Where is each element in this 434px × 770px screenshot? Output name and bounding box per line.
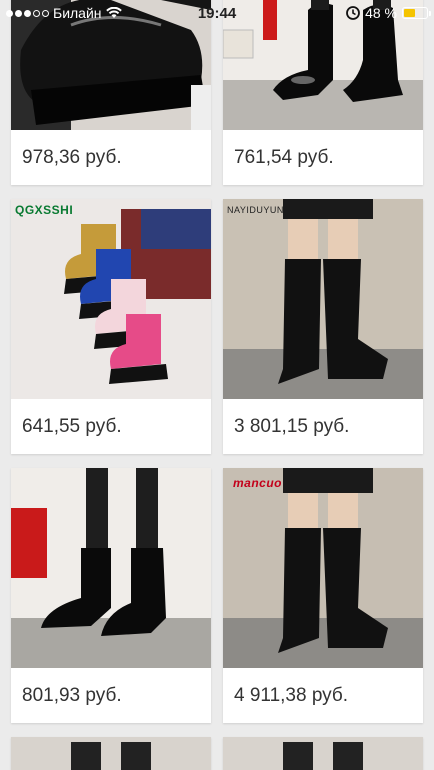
- product-card[interactable]: NAYIDUYUN 3 801,15 руб.: [223, 199, 423, 454]
- product-card[interactable]: QGXSSHI 641,55 руб.: [11, 199, 211, 454]
- product-photo: [11, 737, 211, 770]
- product-photo: [223, 737, 423, 770]
- product-price: 978,36 руб.: [22, 147, 122, 168]
- product-card[interactable]: 801,93 руб.: [11, 468, 211, 723]
- product-grid: 978,36 руб. 761,54 руб. QGXSSHI 641,55 р…: [11, 0, 423, 770]
- product-card[interactable]: [11, 737, 211, 770]
- product-photo: QGXSSHI: [11, 199, 211, 399]
- battery-icon: [402, 7, 431, 19]
- product-price: 641,55 руб.: [22, 416, 122, 437]
- battery-fill: [404, 9, 415, 17]
- product-photo: NAYIDUYUN: [223, 199, 423, 399]
- product-photo: [11, 468, 211, 668]
- brand-watermark: NAYIDUYUN: [227, 205, 284, 215]
- product-card[interactable]: mancuo 4 911,38 руб.: [223, 468, 423, 723]
- status-bar: Билайн 19:44 48 %: [0, 0, 434, 28]
- brand-watermark: mancuo: [233, 476, 283, 490]
- product-card[interactable]: [223, 737, 423, 770]
- product-price: 4 911,38 руб.: [234, 685, 349, 706]
- screen: Билайн 19:44 48 % 978,36 руб. 761,54 руб…: [0, 0, 434, 770]
- status-right: 48 %: [346, 5, 431, 21]
- product-price: 3 801,15 руб.: [234, 416, 350, 437]
- product-price: 801,93 руб.: [22, 685, 122, 706]
- battery-percent: 48 %: [365, 5, 397, 21]
- product-photo: mancuo: [223, 468, 423, 668]
- product-price: 761,54 руб.: [234, 147, 334, 168]
- brand-watermark: QGXSSHI: [15, 203, 74, 217]
- alarm-lock-icon: [346, 6, 360, 20]
